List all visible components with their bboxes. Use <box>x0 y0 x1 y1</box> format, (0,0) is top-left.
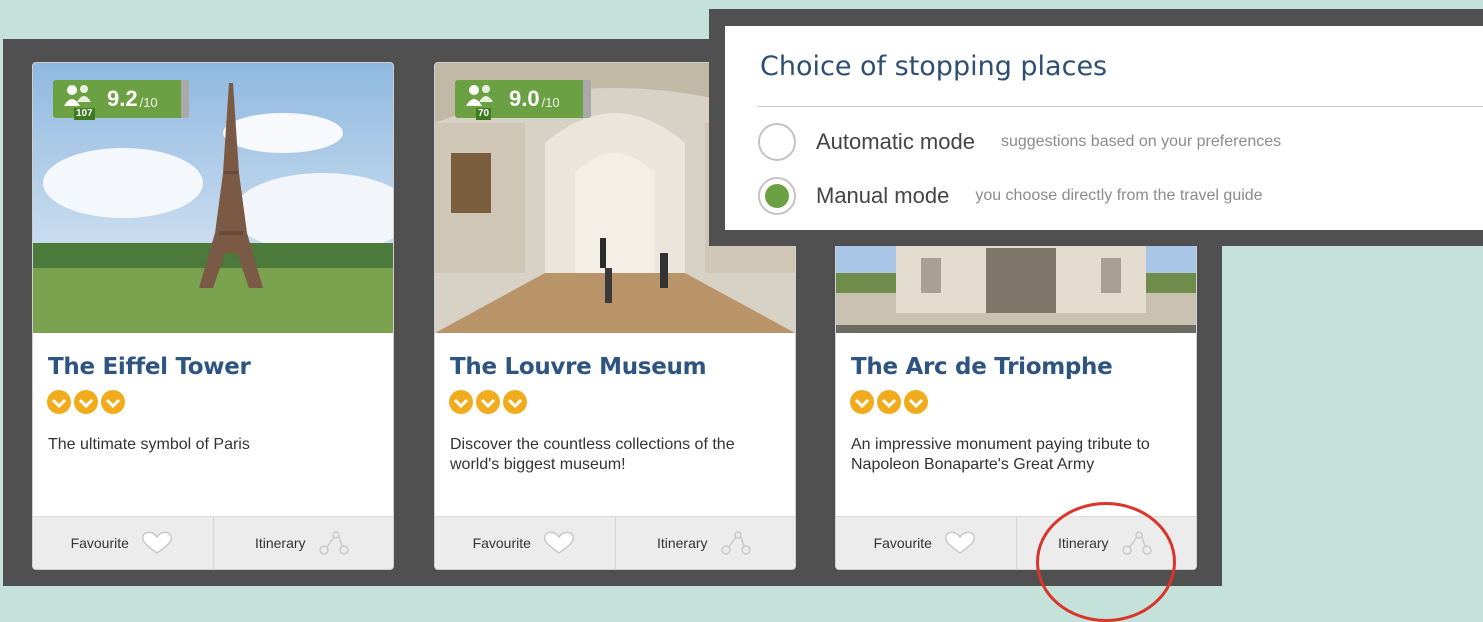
stopping-places-panel: Choice of stopping places Automatic mode… <box>725 26 1483 230</box>
option-automatic-mode[interactable]: Automatic mode suggestions based on your… <box>758 123 1281 161</box>
option-label: Manual mode <box>816 183 950 208</box>
star-icon <box>449 390 473 414</box>
star-icon <box>904 390 928 414</box>
reviewers-icon: 107 <box>63 84 95 120</box>
heart-icon <box>543 531 575 554</box>
manual-mode-radio[interactable] <box>758 177 796 215</box>
favourite-button[interactable]: Favourite <box>836 517 1016 569</box>
rating-max: /10 <box>541 94 560 110</box>
star-icon <box>877 390 901 414</box>
itinerary-label: Itinerary <box>656 535 708 551</box>
eiffel-tower-photo[interactable]: 107 9.2 /10 <box>33 63 393 333</box>
favourite-label: Favourite <box>873 535 932 551</box>
favourite-label: Favourite <box>472 535 531 551</box>
itinerary-label: Itinerary <box>254 535 306 551</box>
card-description: An impressive monument paying tribute to… <box>851 436 1150 473</box>
rating-score: 9.0 <box>509 86 540 111</box>
route-icon <box>720 531 751 555</box>
itinerary-button[interactable]: Itinerary <box>1015 517 1197 569</box>
divider <box>758 106 1483 107</box>
card-title[interactable]: The Louvre Museum <box>450 354 707 380</box>
option-label: Automatic mode <box>816 129 975 154</box>
option-hint: you choose directly from the travel guid… <box>975 187 1263 204</box>
popup-title: Choice of stopping places <box>760 51 1108 82</box>
option-hint: suggestions based on your preferences <box>1000 133 1282 150</box>
stopping-places-popup: Choice of stopping places Automatic mode… <box>709 9 1483 246</box>
heart-icon <box>944 531 976 554</box>
star-icon <box>850 390 874 414</box>
card-footer: Favourite Itinerary <box>836 516 1196 569</box>
star-icon <box>503 390 527 414</box>
rating-score: 9.2 <box>107 86 138 111</box>
favourite-button[interactable]: Favourite <box>435 517 615 569</box>
star-rating <box>47 390 125 414</box>
automatic-mode-radio[interactable] <box>758 123 796 161</box>
star-icon <box>47 390 71 414</box>
option-manual-mode[interactable]: Manual mode you choose directly from the… <box>758 177 1263 215</box>
review-count: 107 <box>74 108 95 120</box>
card-footer: Favourite Itinerary <box>33 516 393 569</box>
card-title[interactable]: The Eiffel Tower <box>48 354 251 380</box>
favourite-button[interactable]: Favourite <box>33 517 213 569</box>
star-icon <box>74 390 98 414</box>
card-description: Discover the countless collections of th… <box>450 436 735 473</box>
route-icon <box>318 531 349 555</box>
itinerary-button[interactable]: Itinerary <box>212 517 394 569</box>
card-title[interactable]: The Arc de Triomphe <box>851 354 1113 380</box>
rating-max: /10 <box>139 94 158 110</box>
star-rating <box>449 390 527 414</box>
rating-badge: 70 9.0 /10 <box>455 80 591 120</box>
card-description: The ultimate symbol of Paris <box>48 436 250 453</box>
favourite-label: Favourite <box>70 535 129 551</box>
reviewers-icon: 70 <box>465 84 495 120</box>
route-icon <box>1121 531 1152 555</box>
card-footer: Favourite Itinerary <box>435 516 795 569</box>
attraction-card-eiffel-tower[interactable]: 107 9.2 /10 The Eiffel Tower The ultimat… <box>32 62 394 570</box>
review-count: 70 <box>476 108 492 120</box>
star-icon <box>101 390 125 414</box>
star-icon <box>476 390 500 414</box>
heart-icon <box>141 531 173 554</box>
itinerary-label: Itinerary <box>1057 535 1109 551</box>
star-rating <box>850 390 928 414</box>
itinerary-button[interactable]: Itinerary <box>614 517 796 569</box>
rating-badge: 107 9.2 /10 <box>53 80 189 120</box>
